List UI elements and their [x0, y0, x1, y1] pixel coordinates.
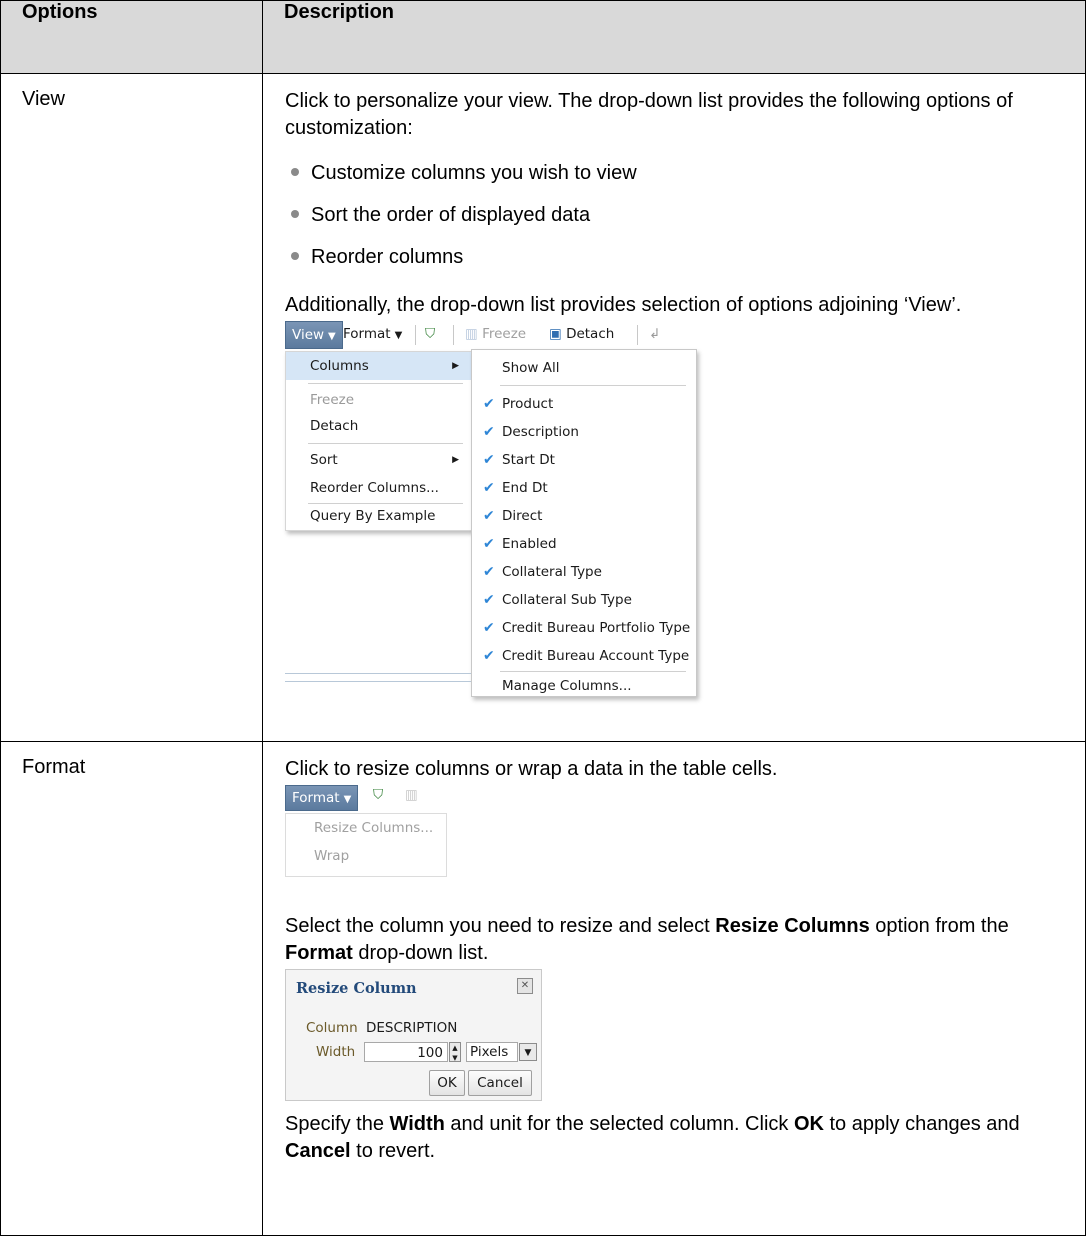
toolbar: View ▼ Format ▼ ⛉ ▥ Freeze ▣ Detach ↲ [285, 321, 745, 349]
column-toggle[interactable]: ✔ Credit Bureau Portfolio Type [472, 614, 696, 642]
ok-button[interactable]: OK [429, 1070, 465, 1096]
table-row: View Click to personalize your view. The… [0, 73, 1086, 742]
column-label: Column [306, 1020, 358, 1036]
close-icon[interactable]: ✕ [517, 978, 533, 994]
columns-submenu: Show All ✔ Product ✔ Description ✔ Start Dt… [471, 349, 697, 697]
bullet-list: Customize columns you wish to view Sort … [285, 152, 1075, 278]
list-item: Reorder columns [285, 236, 1075, 278]
column-toggle[interactable]: ✔ Credit Bureau Account Type [472, 642, 696, 670]
menu-item-show-all[interactable]: Show All [472, 354, 696, 382]
menu-item-manage-columns[interactable]: Manage Columns... [472, 672, 696, 700]
checkmark-icon: ✔ [483, 452, 495, 468]
menu-item-detach[interactable]: Detach [286, 412, 471, 440]
format-menu-screenshot: Format ▼ ⛉ ▥ Resize Columns... Wrap [285, 785, 455, 903]
checkmark-icon: ✔ [483, 508, 495, 524]
option-view: View [0, 73, 263, 742]
chevron-down-icon[interactable]: ▼ [519, 1043, 537, 1061]
view-dropdown-menu: Columns ▶ Freeze Detach Sort ▶ Reorder Col… [285, 351, 472, 531]
unit-select[interactable]: Pixels [466, 1042, 518, 1062]
format-menu-button[interactable]: Format ▼ [285, 785, 359, 811]
cancel-button[interactable]: Cancel [468, 1070, 532, 1096]
wrap-icon[interactable]: ↲ [643, 321, 666, 347]
dialog-title: Resize Column [296, 980, 417, 997]
option-format: Format [0, 741, 263, 1236]
checkmark-icon: ✔ [483, 592, 495, 608]
list-item: Customize columns you wish to view [285, 152, 1075, 194]
list-item: Sort the order of displayed data [285, 194, 1075, 236]
filter-icon[interactable]: ⛉ [419, 321, 441, 347]
checkmark-icon: ✔ [483, 424, 495, 440]
column-toggle[interactable]: ✔ Description [472, 418, 696, 446]
format-intro: Click to resize columns or wrap a data i… [285, 758, 778, 780]
checkmark-icon: ✔ [483, 396, 495, 412]
column-toggle[interactable]: ✔ Enabled [472, 530, 696, 558]
checkmark-icon: ✔ [483, 480, 495, 496]
filter-icon[interactable]: ⛉ [373, 787, 383, 803]
view-menu-screenshot: View ▼ Format ▼ ⛉ ▥ Freeze ▣ Detach ↲ Colu… [285, 321, 745, 697]
menu-item-resize-columns[interactable]: Resize Columns... [314, 820, 433, 836]
view-intro: Click to personalize your view. The drop… [285, 90, 1013, 139]
table-row: Format Click to resize columns or wrap a… [0, 741, 1086, 1236]
resize-column-dialog: Resize Column ✕ Column DESCRIPTION Width… [285, 969, 542, 1101]
checkmark-icon: ✔ [483, 648, 495, 664]
description-format: Click to resize columns or wrap a data i… [262, 741, 1086, 1236]
header-options: Options [0, 0, 263, 74]
freeze-icon: ▥ [405, 787, 418, 803]
column-toggle[interactable]: ✔ End Dt [472, 474, 696, 502]
chevron-right-icon: ▶ [452, 455, 459, 465]
description-view: Click to personalize your view. The drop… [262, 73, 1086, 742]
view-menu-button[interactable]: View ▼ [285, 321, 343, 349]
format-select-instructions: Select the column you need to resize and… [285, 915, 1009, 964]
format-spec-instructions: Specify the Width and unit for the selec… [285, 1113, 1020, 1162]
options-table: Options Description View Click to person… [0, 0, 1086, 1236]
header-description: Description [262, 0, 1086, 74]
column-toggle[interactable]: ✔ Start Dt [472, 446, 696, 474]
column-toggle[interactable]: ✔ Collateral Sub Type [472, 586, 696, 614]
format-dropdown-menu: Resize Columns... Wrap [285, 813, 447, 877]
table-header-row: Options Description [0, 0, 1086, 74]
chevron-right-icon: ▶ [452, 361, 459, 371]
checkmark-icon: ✔ [483, 620, 495, 636]
format-menu-button[interactable]: Format ▼ [337, 321, 408, 347]
menu-item-columns[interactable]: Columns ▶ [286, 352, 471, 380]
menu-item-query-by-example[interactable]: Query By Example [286, 502, 471, 530]
freeze-button[interactable]: ▥ Freeze [459, 321, 532, 347]
bullet-icon [291, 168, 299, 176]
menu-item-sort[interactable]: Sort ▶ [286, 446, 471, 474]
checkmark-icon: ✔ [483, 536, 495, 552]
menu-item-reorder-columns[interactable]: Reorder Columns... [286, 474, 471, 502]
bullet-icon [291, 210, 299, 218]
view-additional: Additionally, the drop-down list provide… [285, 294, 962, 316]
menu-item-wrap[interactable]: Wrap [314, 848, 349, 864]
column-value: DESCRIPTION [366, 1020, 458, 1036]
bullet-icon [291, 252, 299, 260]
column-toggle[interactable]: ✔ Product [472, 390, 696, 418]
width-label: Width [316, 1044, 356, 1060]
checkmark-icon: ✔ [483, 564, 495, 580]
width-input[interactable]: 100 [364, 1042, 448, 1062]
column-toggle[interactable]: ✔ Collateral Type [472, 558, 696, 586]
detach-button[interactable]: ▣ Detach [543, 321, 620, 347]
width-stepper[interactable]: ▲ ▼ [449, 1042, 461, 1062]
menu-item-freeze[interactable]: Freeze [286, 386, 471, 414]
column-toggle[interactable]: ✔ Direct [472, 502, 696, 530]
